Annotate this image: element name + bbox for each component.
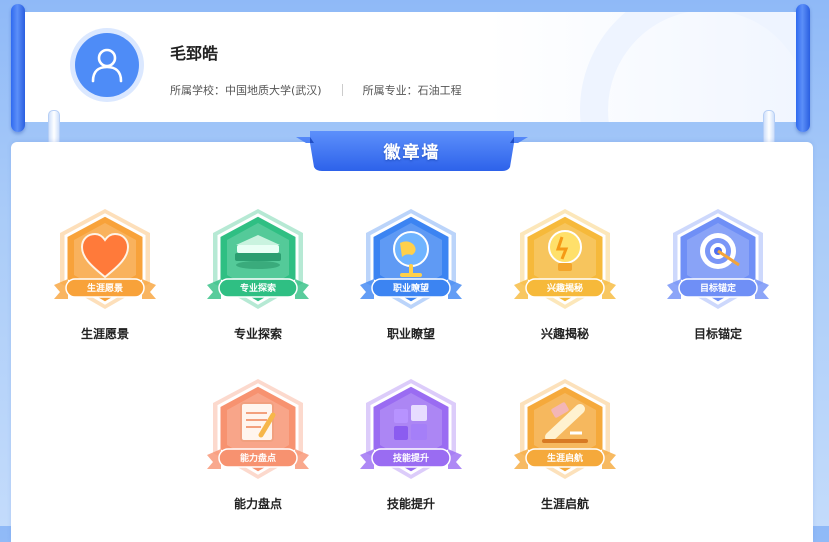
badge-emblem	[360, 209, 462, 309]
card-decoration	[580, 12, 796, 122]
badge-label: 生涯愿景	[80, 327, 129, 341]
badge-label: 兴趣揭秘	[540, 327, 589, 341]
badge-emblem	[514, 379, 616, 479]
badge-tag: 目标锚定	[699, 284, 736, 294]
badge-label: 能力盘点	[233, 497, 282, 511]
badge-tag: 专业探索	[239, 284, 276, 294]
avatar[interactable]	[70, 28, 144, 102]
badge-label: 职业瞭望	[386, 327, 435, 341]
badge-emblem	[360, 379, 462, 479]
badge-tag: 生涯愿景	[86, 284, 123, 294]
scroll-roller-right	[796, 4, 810, 132]
badge-tag: 生涯启航	[546, 454, 583, 464]
badge-label: 目标锚定	[693, 327, 742, 341]
major-value: 石油工程	[417, 84, 462, 97]
major-label: 所属专业：	[362, 84, 418, 97]
meta-divider	[341, 84, 343, 96]
profile-meta: 所属学校： 中国地质大学(武汉) 所属专业： 石油工程	[170, 82, 462, 98]
badge-label: 技能提升	[386, 497, 435, 511]
school-value: 中国地质大学(武汉)	[225, 84, 322, 97]
profile-card: 毛郅皓 所属学校： 中国地质大学(武汉) 所属专业： 石油工程	[25, 12, 796, 122]
badge-emblem	[207, 379, 309, 479]
scroll-roller-left	[11, 4, 25, 132]
notepad-icon	[240, 402, 276, 442]
badge-tag: 兴趣揭秘	[546, 284, 583, 294]
badge-emblem	[54, 209, 156, 309]
user-name: 毛郅皓	[170, 44, 219, 63]
badge-tag: 职业瞭望	[392, 284, 429, 294]
badge-tag: 能力盘点	[239, 454, 276, 464]
badge-label: 生涯启航	[540, 497, 589, 511]
badge-emblem	[514, 209, 616, 309]
school-label: 所属学校：	[170, 84, 225, 97]
badge-tag: 技能提升	[392, 454, 429, 464]
badge-emblem	[667, 209, 769, 309]
user-icon	[91, 48, 123, 83]
badge-emblem	[207, 209, 309, 309]
badge-label: 专业探索	[233, 327, 282, 341]
badge-wall-title: 徽章墙	[383, 143, 441, 163]
